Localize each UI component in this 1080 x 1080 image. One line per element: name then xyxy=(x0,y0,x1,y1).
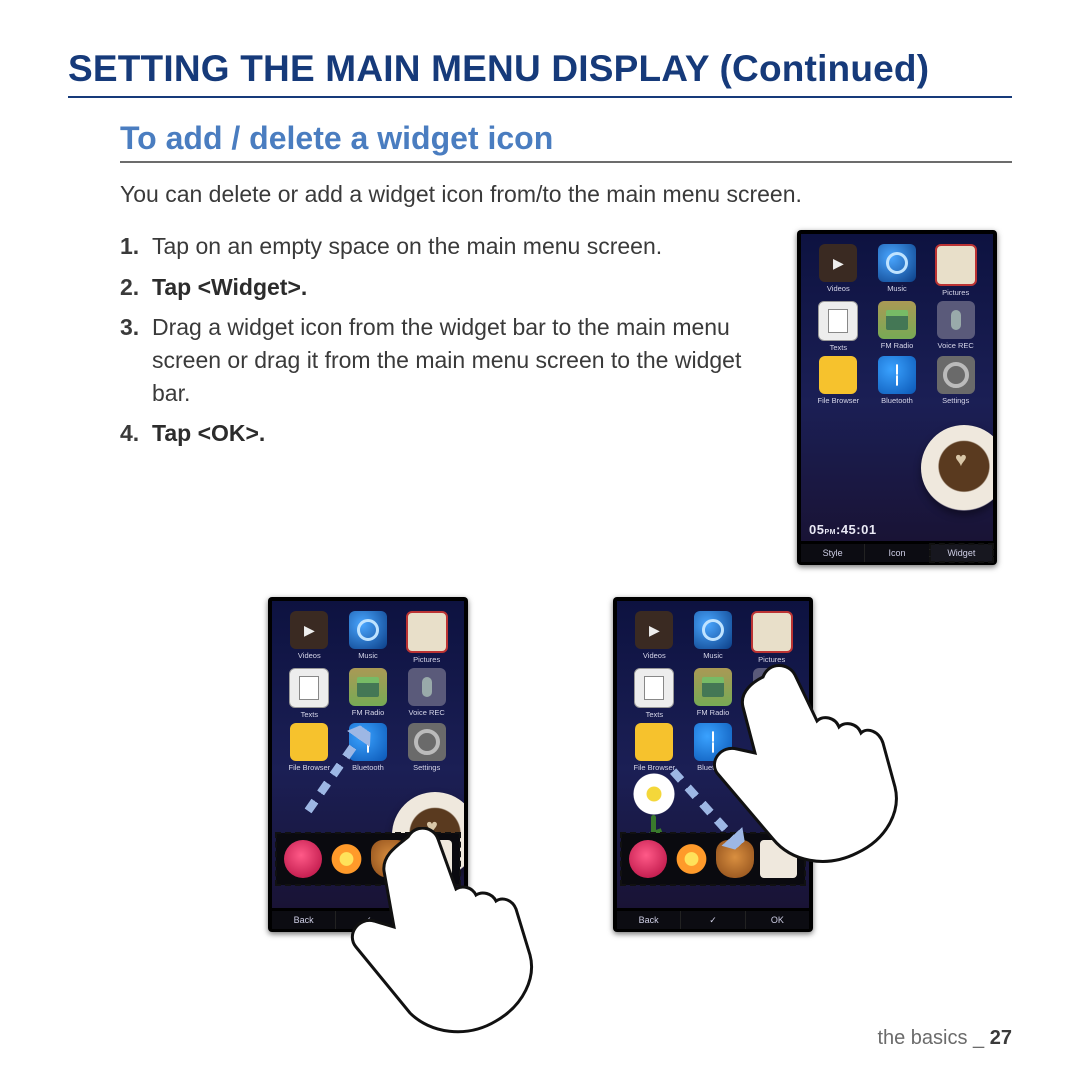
step-list: 1. Tap on an empty space on the main menu… xyxy=(120,230,779,450)
file-browser-icon xyxy=(819,356,857,394)
step-text: Tap <OK>. xyxy=(152,417,779,450)
app-fm-radio[interactable]: FM Radio xyxy=(870,301,925,352)
mode-style[interactable]: Style xyxy=(801,544,865,562)
figure-row: Videos Music Pictures Texts FM Radio Voi… xyxy=(68,597,1012,1017)
app-videos[interactable]: Videos xyxy=(811,244,866,297)
step-text: Tap on an empty space on the main menu s… xyxy=(152,230,779,263)
step-item: 4. Tap <OK>. xyxy=(120,417,779,450)
app-texts[interactable]: Texts xyxy=(811,301,866,352)
softkey-ok[interactable]: OK xyxy=(746,911,809,929)
mode-bar: Style Icon Widget xyxy=(801,544,993,562)
mode-icon[interactable]: Icon xyxy=(865,544,929,562)
step-num: 1. xyxy=(120,230,142,263)
app-label: Videos xyxy=(827,284,850,293)
figure-phone-top: Videos Music Pictures Texts FM Radio Voi… xyxy=(797,230,997,565)
softkey-back[interactable]: Back xyxy=(272,911,336,929)
section-rule xyxy=(120,161,1012,163)
app-voice-rec[interactable]: Voice REC xyxy=(928,301,983,352)
app-label: Pictures xyxy=(942,288,969,297)
app-label: Texts xyxy=(830,343,848,352)
softkey-middle[interactable]: ✓ xyxy=(681,911,745,929)
intro-text: You can delete or add a widget icon from… xyxy=(68,179,1012,210)
widget-clock-icon[interactable] xyxy=(629,840,667,878)
bluetooth-icon xyxy=(878,356,916,394)
app-label: Music xyxy=(887,284,907,293)
texts-icon xyxy=(818,301,858,341)
file-browser-icon xyxy=(635,723,673,761)
app-settings[interactable]: Settings xyxy=(928,356,983,405)
videos-icon xyxy=(290,611,328,649)
widget-clock-icon[interactable] xyxy=(284,840,322,878)
pictures-icon xyxy=(406,611,448,653)
voice-rec-icon xyxy=(937,301,975,339)
pictures-icon xyxy=(751,611,793,653)
app-file-browser[interactable]: File Browser xyxy=(811,356,866,405)
file-browser-icon xyxy=(290,723,328,761)
texts-icon xyxy=(289,668,329,708)
step-num: 3. xyxy=(120,311,142,409)
texts-icon xyxy=(634,668,674,708)
app-label: Settings xyxy=(942,396,969,405)
coffee-cup-decoration xyxy=(921,425,993,511)
app-music[interactable]: Music xyxy=(870,244,925,297)
settings-icon xyxy=(408,723,446,761)
app-label: Bluetooth xyxy=(881,396,913,405)
step-item: 1. Tap on an empty space on the main menu… xyxy=(120,230,779,263)
app-label: Voice REC xyxy=(938,341,974,350)
section-heading: To add / delete a widget icon xyxy=(68,120,1012,157)
step-item: 2. Tap <Widget>. xyxy=(120,271,779,304)
pictures-icon xyxy=(935,244,977,286)
voice-rec-icon xyxy=(408,668,446,706)
step-item: 3.Drag a widget icon from the widget bar… xyxy=(120,311,779,409)
hand-illustration xyxy=(338,827,578,1057)
app-grid: Videos Music Pictures Texts FM Radio Voi… xyxy=(801,234,993,405)
step-num: 4. xyxy=(120,417,142,450)
page-heading: SETTING THE MAIN MENU DISPLAY (Continued… xyxy=(68,48,1012,90)
softkey-back[interactable]: Back xyxy=(617,911,681,929)
heading-rule xyxy=(68,96,1012,98)
app-label: FM Radio xyxy=(881,341,914,350)
music-icon xyxy=(694,611,732,649)
hand-illustration xyxy=(703,657,943,887)
mode-widget[interactable]: Widget xyxy=(930,544,993,562)
app-pictures[interactable]: Pictures xyxy=(928,244,983,297)
step-num: 2. xyxy=(120,271,142,304)
videos-icon xyxy=(819,244,857,282)
fm-radio-icon xyxy=(349,668,387,706)
app-bluetooth[interactable]: Bluetooth xyxy=(870,356,925,405)
videos-icon xyxy=(635,611,673,649)
fm-radio-icon xyxy=(878,301,916,339)
page-footer: the basics _ 27 xyxy=(877,1027,1012,1050)
music-icon xyxy=(878,244,916,282)
settings-icon xyxy=(937,356,975,394)
app-label: File Browser xyxy=(817,396,859,405)
step-text: Tap <Widget>. xyxy=(152,271,779,304)
step-text: Drag a widget icon from the widget bar t… xyxy=(152,311,779,409)
clock-readout: 05PM:45:01 xyxy=(809,522,877,537)
music-icon xyxy=(349,611,387,649)
